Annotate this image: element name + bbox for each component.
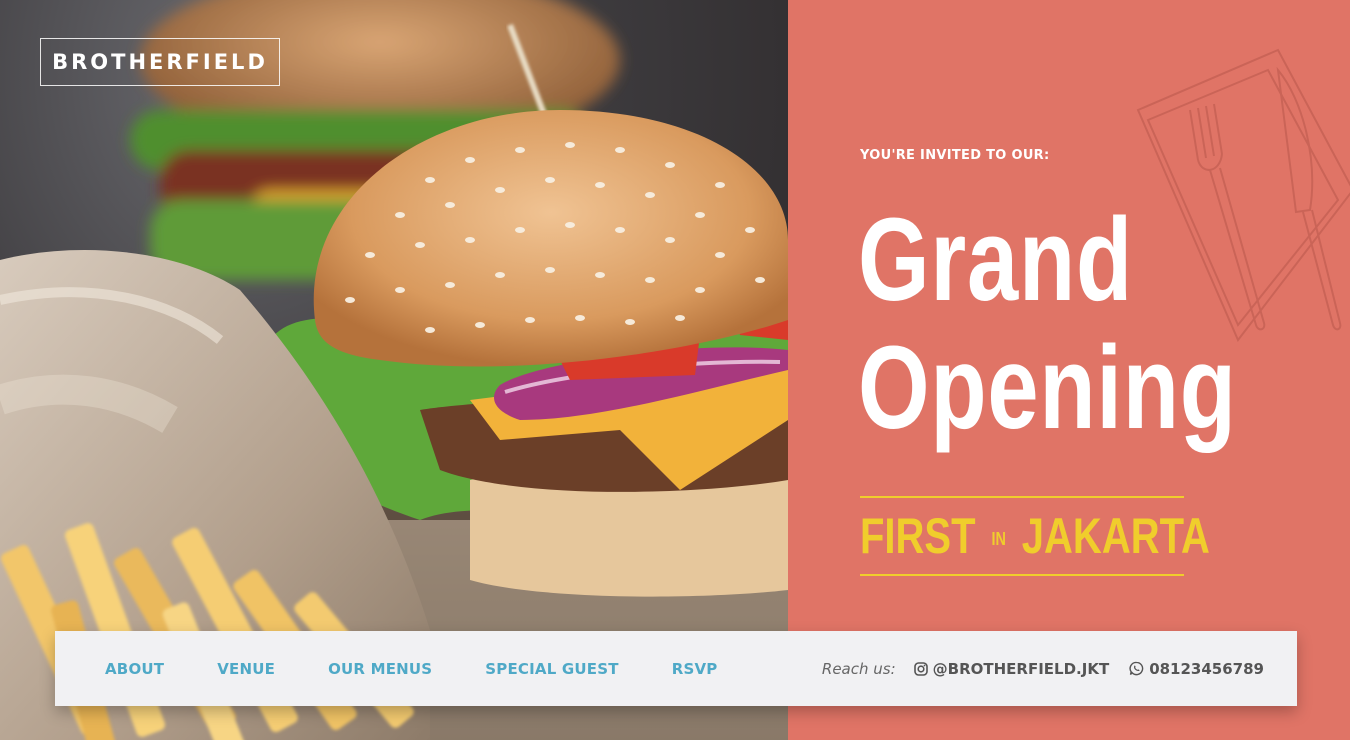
instagram-link[interactable]: @BROTHERFIELD.JKT bbox=[913, 659, 1110, 678]
title-line-2: Opening bbox=[858, 322, 1237, 454]
nav-our-menus[interactable]: OUR MENUS bbox=[328, 660, 432, 678]
instagram-handle: @BROTHERFIELD.JKT bbox=[932, 659, 1110, 678]
location-city: JAKARTA bbox=[1021, 508, 1210, 564]
whatsapp-link[interactable]: 08123456789 bbox=[1129, 660, 1264, 678]
nav-about[interactable]: ABOUT bbox=[105, 660, 164, 678]
nav-links: ABOUT VENUE OUR MENUS SPECIAL GUEST RSVP bbox=[55, 660, 717, 678]
reach-us-label: Reach us: bbox=[821, 659, 896, 678]
title-line-1: Grand bbox=[858, 194, 1133, 326]
phone-number: 08123456789 bbox=[1149, 659, 1264, 678]
whatsapp-icon bbox=[1129, 661, 1144, 676]
location-banner: FIRST IN JAKARTA bbox=[860, 496, 1210, 576]
instagram-icon bbox=[913, 661, 928, 676]
location-first: FIRST bbox=[860, 508, 976, 564]
nav-bar: ABOUT VENUE OUR MENUS SPECIAL GUEST RSVP… bbox=[55, 631, 1297, 706]
nav-special-guest[interactable]: SPECIAL GUEST bbox=[485, 660, 618, 678]
location-in: IN bbox=[991, 529, 1006, 550]
hero-panel: YOU'RE INVITED TO OUR: Grand Opening FIR… bbox=[788, 0, 1350, 740]
invite-text: YOU'RE INVITED TO OUR: bbox=[860, 148, 1050, 163]
page-title: Grand Opening bbox=[858, 196, 1237, 452]
hero-photo bbox=[0, 0, 788, 740]
location-text: FIRST IN JAKARTA bbox=[860, 507, 1210, 565]
brand-logo[interactable]: BROTHERFIELD bbox=[40, 38, 280, 86]
nav-venue[interactable]: VENUE bbox=[217, 660, 275, 678]
nav-rsvp[interactable]: RSVP bbox=[672, 660, 718, 678]
burger-photo-illustration bbox=[0, 0, 788, 740]
contact-info: Reach us: @BROTHERFIELD.JKT 08123456789 bbox=[822, 660, 1264, 678]
